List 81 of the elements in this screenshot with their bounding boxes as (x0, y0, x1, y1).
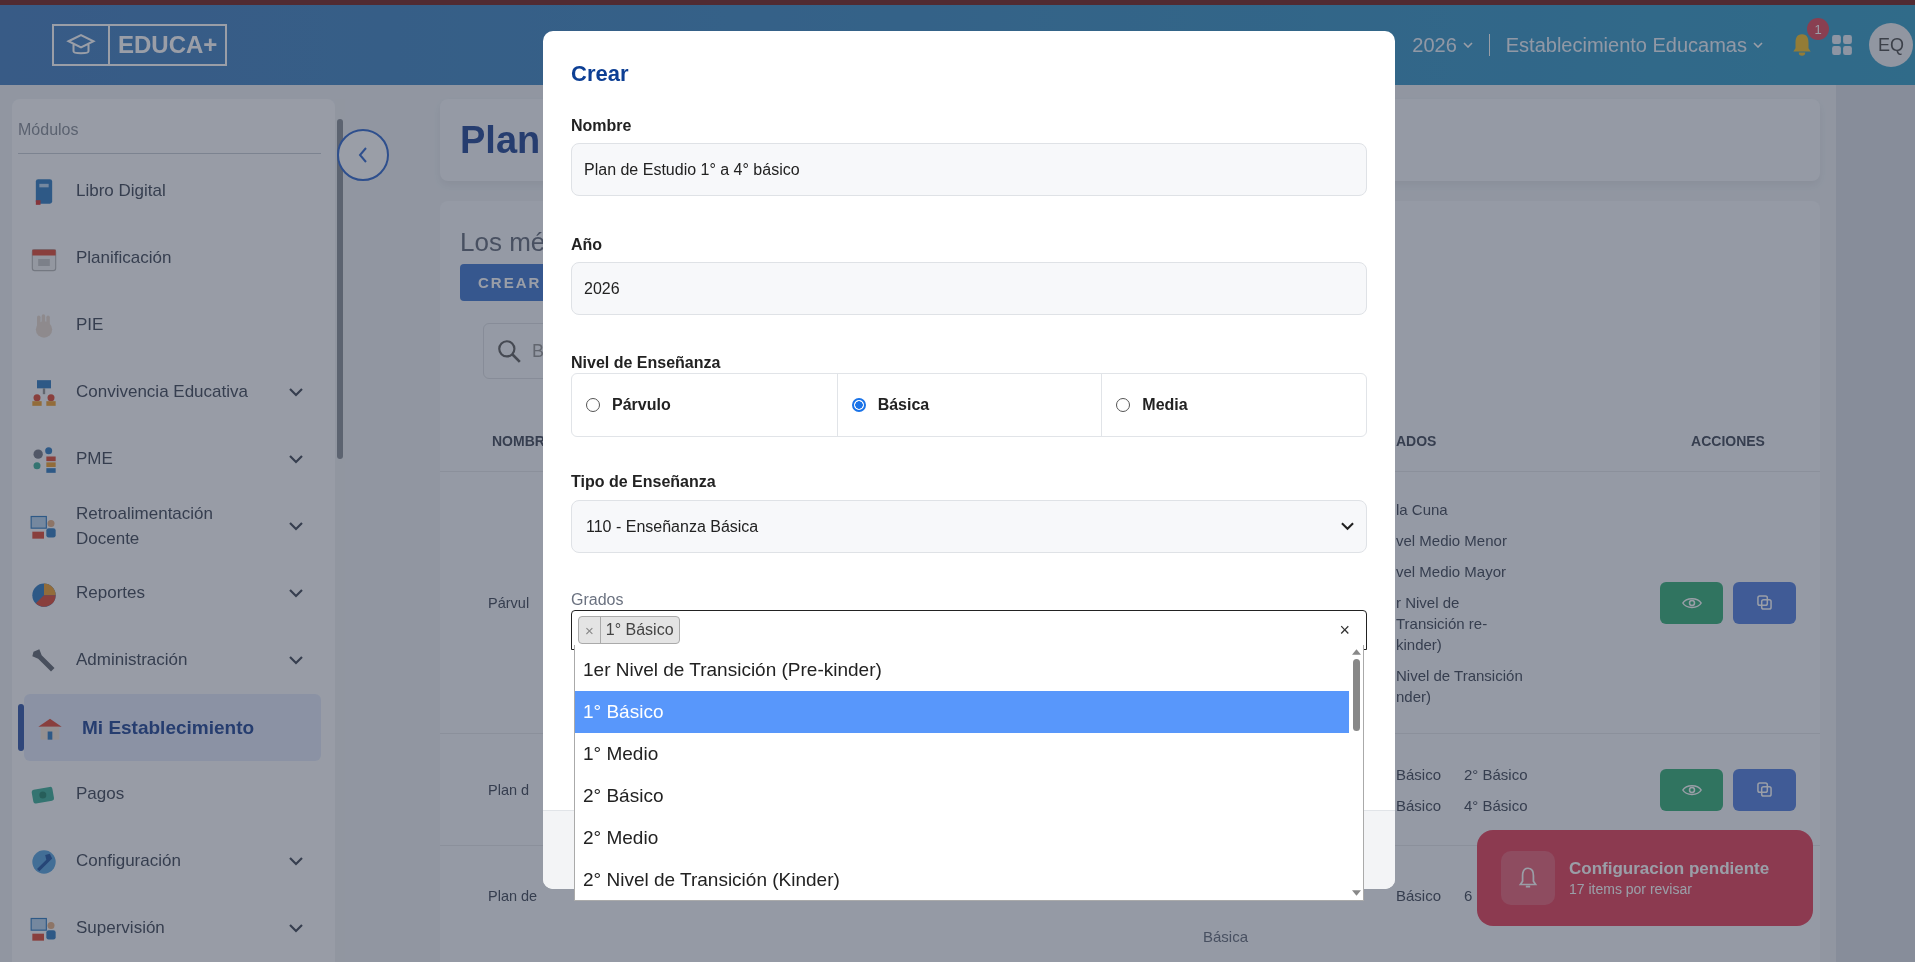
grade-tag: vel Medio Menor (1396, 529, 1526, 551)
sidebar-item[interactable]: Supervisión (18, 895, 321, 962)
radio-button[interactable] (851, 398, 866, 412)
user-avatar[interactable]: EQ (1869, 23, 1913, 67)
grade-tag: vel Medio Mayor (1396, 560, 1526, 582)
copy-button[interactable] (1733, 581, 1796, 624)
field-label: Nombre (571, 116, 633, 136)
eye-icon (1681, 782, 1702, 797)
chevron-down-icon (1462, 42, 1473, 48)
dropdown-option[interactable]: 1° Básico (575, 691, 1349, 733)
chevron-left-icon (358, 147, 368, 163)
school-selector[interactable]: Establecimiento Educamas (1505, 33, 1763, 57)
sidebar-item[interactable]: Pagos (18, 761, 321, 828)
field-label: Grados (571, 591, 625, 609)
field-label: Año (571, 235, 604, 255)
sidebar-item[interactable]: Retroalimentación Docente (18, 493, 321, 560)
notification-badge: 1 (1807, 18, 1829, 40)
name-field[interactable]: Plan de Estudio 1° a 4° básico (571, 143, 1367, 196)
field-label: Tipo de Enseñanza (571, 472, 717, 492)
dropdown-option[interactable]: 2° Medio (575, 817, 1349, 859)
radio-option[interactable]: Básica (836, 374, 1102, 436)
sidebar-item[interactable]: Administración (18, 627, 321, 694)
grade-tag: Nivel de Transición nder) (1396, 664, 1526, 707)
table-cell: Párvul (488, 594, 530, 611)
scrollbar-thumb[interactable] (1352, 659, 1360, 731)
grade-tag: Básico (1396, 765, 1464, 783)
grade-tag: Básico (1396, 887, 1464, 904)
remove-tag-button[interactable]: × (579, 617, 601, 643)
search-icon (496, 338, 522, 364)
scroll-down-arrow-icon[interactable] (1351, 890, 1361, 896)
sidebar-item[interactable]: Convivencia Educativa (18, 359, 321, 426)
sidebar-item[interactable]: Reportes (18, 560, 321, 627)
year-selector[interactable]: 2026 (1412, 33, 1473, 57)
sidebar-item[interactable]: Planificación (18, 225, 321, 292)
view-button[interactable] (1660, 581, 1723, 624)
chevron-down-icon (1753, 42, 1763, 48)
grade-tag: la Cuna (1396, 498, 1526, 520)
logo[interactable]: EDUCA+ (52, 24, 228, 66)
radio-option[interactable]: Párvulo (572, 374, 837, 436)
page-description: Los mé (460, 227, 546, 258)
sidebar-item[interactable]: PIE (18, 292, 321, 359)
type-select[interactable]: 110 - Enseñanza Básica (571, 500, 1367, 553)
grade-tag: 6 (1464, 887, 1473, 904)
selected-grade-tag: × 1° Básico (578, 616, 680, 644)
column-header: NOMBR (491, 432, 543, 451)
grade-tag: r Nivel de Transición re-kinder) (1396, 591, 1526, 655)
notification-toast[interactable]: Configuracion pendiente 17 items por revisar (1477, 830, 1813, 926)
sidebar-item[interactable]: Configuración (18, 828, 321, 895)
eye-icon (1681, 595, 1702, 610)
copy-button[interactable] (1733, 768, 1796, 811)
dropdown-option[interactable]: 1° Medio (575, 733, 1349, 775)
copy-icon (1757, 782, 1772, 797)
scroll-up-arrow-icon[interactable] (1351, 649, 1361, 655)
table-cell: Plan de (488, 887, 538, 904)
sidebar-heading: Módulos (18, 99, 321, 154)
dropdown-option[interactable]: 2° Básico (575, 775, 1349, 817)
org-chart-icon (30, 378, 58, 407)
toast-message: 17 items por revisar (1569, 881, 1693, 897)
sidebar-item[interactable]: Libro Digital (18, 158, 321, 225)
field-label: Nivel de Enseñanza (571, 353, 722, 373)
radio-option[interactable]: Media (1101, 374, 1366, 436)
grade-tag: 2° Básico (1464, 765, 1528, 783)
toast-title: Configuracion pendiente (1569, 859, 1770, 879)
dropdown-option[interactable]: 1er Nivel de Transición (Pre-kinder) (575, 649, 1349, 691)
chevron-down-icon (1341, 522, 1354, 531)
dropdown-option[interactable]: 2° Nivel de Transición (Kinder) (575, 859, 1349, 900)
copy-icon (1757, 595, 1772, 610)
table-cell: Básica (1203, 928, 1249, 945)
year-field[interactable]: 2026 (571, 262, 1367, 315)
table-cell: Plan d (488, 781, 530, 798)
clear-button[interactable]: × (1339, 619, 1350, 641)
grade-tag: 4° Básico (1464, 796, 1528, 814)
modal-title: Crear (571, 61, 630, 87)
grade-tag: Básico (1396, 796, 1464, 814)
page-title: Plan (460, 118, 541, 162)
column-header: ACCIONES (1690, 432, 1766, 451)
column-header: ADOS (1396, 432, 1438, 451)
apps-grid-icon[interactable] (1831, 34, 1853, 56)
sidebar-item[interactable]: PME (18, 426, 321, 493)
settings-icon (30, 847, 58, 876)
view-button[interactable] (1660, 768, 1723, 811)
